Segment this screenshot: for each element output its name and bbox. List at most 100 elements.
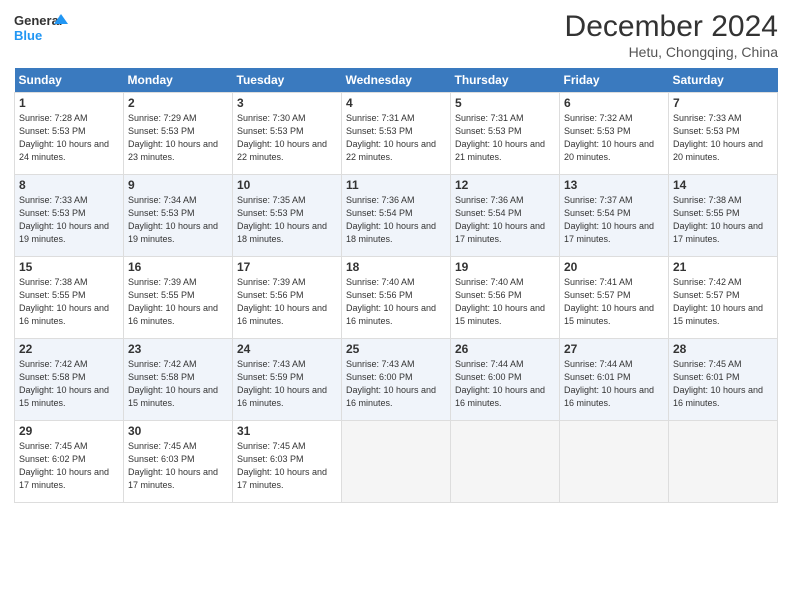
title-block: December 2024 Hetu, Chongqing, China (565, 10, 778, 60)
day-detail: Sunrise: 7:36 AMSunset: 5:54 PMDaylight:… (455, 194, 555, 246)
table-row: 4 Sunrise: 7:31 AMSunset: 5:53 PMDayligh… (342, 93, 451, 175)
table-row: 19 Sunrise: 7:40 AMSunset: 5:56 PMDaylig… (451, 257, 560, 339)
day-detail: Sunrise: 7:40 AMSunset: 5:56 PMDaylight:… (346, 276, 446, 328)
table-row: 31 Sunrise: 7:45 AMSunset: 6:03 PMDaylig… (233, 421, 342, 503)
day-detail: Sunrise: 7:38 AMSunset: 5:55 PMDaylight:… (673, 194, 773, 246)
day-number: 23 (128, 342, 228, 356)
day-detail: Sunrise: 7:32 AMSunset: 5:53 PMDaylight:… (564, 112, 664, 164)
day-number: 1 (19, 96, 119, 110)
empty-cell (451, 421, 560, 503)
empty-cell (669, 421, 778, 503)
day-number: 16 (128, 260, 228, 274)
day-number: 3 (237, 96, 337, 110)
svg-text:Blue: Blue (14, 28, 42, 43)
svg-text:General: General (14, 13, 62, 28)
table-row: 15 Sunrise: 7:38 AMSunset: 5:55 PMDaylig… (15, 257, 124, 339)
day-detail: Sunrise: 7:35 AMSunset: 5:53 PMDaylight:… (237, 194, 337, 246)
empty-cell (560, 421, 669, 503)
table-row: 6 Sunrise: 7:32 AMSunset: 5:53 PMDayligh… (560, 93, 669, 175)
day-number: 10 (237, 178, 337, 192)
table-row: 25 Sunrise: 7:43 AMSunset: 6:00 PMDaylig… (342, 339, 451, 421)
day-detail: Sunrise: 7:43 AMSunset: 5:59 PMDaylight:… (237, 358, 337, 410)
day-detail: Sunrise: 7:31 AMSunset: 5:53 PMDaylight:… (346, 112, 446, 164)
table-row: 7 Sunrise: 7:33 AMSunset: 5:53 PMDayligh… (669, 93, 778, 175)
calendar-week: 22 Sunrise: 7:42 AMSunset: 5:58 PMDaylig… (15, 339, 778, 421)
calendar-table: Sunday Monday Tuesday Wednesday Thursday… (14, 68, 778, 503)
day-number: 2 (128, 96, 228, 110)
table-row: 1 Sunrise: 7:28 AMSunset: 5:53 PMDayligh… (15, 93, 124, 175)
table-row: 26 Sunrise: 7:44 AMSunset: 6:00 PMDaylig… (451, 339, 560, 421)
day-detail: Sunrise: 7:33 AMSunset: 5:53 PMDaylight:… (19, 194, 119, 246)
day-number: 29 (19, 424, 119, 438)
col-tuesday: Tuesday (233, 68, 342, 93)
col-friday: Friday (560, 68, 669, 93)
page-header: General Blue December 2024 Hetu, Chongqi… (14, 10, 778, 60)
day-detail: Sunrise: 7:41 AMSunset: 5:57 PMDaylight:… (564, 276, 664, 328)
logo-svg: General Blue (14, 10, 69, 48)
calendar-week: 1 Sunrise: 7:28 AMSunset: 5:53 PMDayligh… (15, 93, 778, 175)
day-number: 21 (673, 260, 773, 274)
location-label: Hetu, Chongqing, China (565, 44, 778, 60)
day-detail: Sunrise: 7:45 AMSunset: 6:02 PMDaylight:… (19, 440, 119, 492)
calendar-week: 29 Sunrise: 7:45 AMSunset: 6:02 PMDaylig… (15, 421, 778, 503)
col-monday: Monday (124, 68, 233, 93)
day-number: 25 (346, 342, 446, 356)
day-number: 14 (673, 178, 773, 192)
day-detail: Sunrise: 7:30 AMSunset: 5:53 PMDaylight:… (237, 112, 337, 164)
table-row: 24 Sunrise: 7:43 AMSunset: 5:59 PMDaylig… (233, 339, 342, 421)
day-detail: Sunrise: 7:36 AMSunset: 5:54 PMDaylight:… (346, 194, 446, 246)
day-detail: Sunrise: 7:44 AMSunset: 6:01 PMDaylight:… (564, 358, 664, 410)
table-row: 18 Sunrise: 7:40 AMSunset: 5:56 PMDaylig… (342, 257, 451, 339)
day-number: 9 (128, 178, 228, 192)
day-number: 22 (19, 342, 119, 356)
day-detail: Sunrise: 7:34 AMSunset: 5:53 PMDaylight:… (128, 194, 228, 246)
day-number: 24 (237, 342, 337, 356)
table-row: 9 Sunrise: 7:34 AMSunset: 5:53 PMDayligh… (124, 175, 233, 257)
header-row: Sunday Monday Tuesday Wednesday Thursday… (15, 68, 778, 93)
day-detail: Sunrise: 7:42 AMSunset: 5:58 PMDaylight:… (128, 358, 228, 410)
day-detail: Sunrise: 7:42 AMSunset: 5:57 PMDaylight:… (673, 276, 773, 328)
day-detail: Sunrise: 7:45 AMSunset: 6:03 PMDaylight:… (237, 440, 337, 492)
table-row: 30 Sunrise: 7:45 AMSunset: 6:03 PMDaylig… (124, 421, 233, 503)
table-row: 3 Sunrise: 7:30 AMSunset: 5:53 PMDayligh… (233, 93, 342, 175)
empty-cell (342, 421, 451, 503)
day-number: 11 (346, 178, 446, 192)
table-row: 29 Sunrise: 7:45 AMSunset: 6:02 PMDaylig… (15, 421, 124, 503)
table-row: 16 Sunrise: 7:39 AMSunset: 5:55 PMDaylig… (124, 257, 233, 339)
day-number: 26 (455, 342, 555, 356)
day-detail: Sunrise: 7:37 AMSunset: 5:54 PMDaylight:… (564, 194, 664, 246)
day-number: 5 (455, 96, 555, 110)
table-row: 27 Sunrise: 7:44 AMSunset: 6:01 PMDaylig… (560, 339, 669, 421)
day-detail: Sunrise: 7:43 AMSunset: 6:00 PMDaylight:… (346, 358, 446, 410)
day-number: 20 (564, 260, 664, 274)
day-number: 27 (564, 342, 664, 356)
day-number: 17 (237, 260, 337, 274)
col-wednesday: Wednesday (342, 68, 451, 93)
day-number: 7 (673, 96, 773, 110)
day-detail: Sunrise: 7:45 AMSunset: 6:03 PMDaylight:… (128, 440, 228, 492)
month-title: December 2024 (565, 10, 778, 44)
day-detail: Sunrise: 7:28 AMSunset: 5:53 PMDaylight:… (19, 112, 119, 164)
day-detail: Sunrise: 7:31 AMSunset: 5:53 PMDaylight:… (455, 112, 555, 164)
table-row: 28 Sunrise: 7:45 AMSunset: 6:01 PMDaylig… (669, 339, 778, 421)
day-number: 12 (455, 178, 555, 192)
table-row: 2 Sunrise: 7:29 AMSunset: 5:53 PMDayligh… (124, 93, 233, 175)
day-detail: Sunrise: 7:45 AMSunset: 6:01 PMDaylight:… (673, 358, 773, 410)
table-row: 11 Sunrise: 7:36 AMSunset: 5:54 PMDaylig… (342, 175, 451, 257)
col-saturday: Saturday (669, 68, 778, 93)
table-row: 22 Sunrise: 7:42 AMSunset: 5:58 PMDaylig… (15, 339, 124, 421)
day-number: 13 (564, 178, 664, 192)
logo: General Blue (14, 10, 69, 48)
col-sunday: Sunday (15, 68, 124, 93)
table-row: 5 Sunrise: 7:31 AMSunset: 5:53 PMDayligh… (451, 93, 560, 175)
table-row: 13 Sunrise: 7:37 AMSunset: 5:54 PMDaylig… (560, 175, 669, 257)
page-container: General Blue December 2024 Hetu, Chongqi… (0, 0, 792, 511)
day-detail: Sunrise: 7:40 AMSunset: 5:56 PMDaylight:… (455, 276, 555, 328)
day-detail: Sunrise: 7:44 AMSunset: 6:00 PMDaylight:… (455, 358, 555, 410)
calendar-week: 8 Sunrise: 7:33 AMSunset: 5:53 PMDayligh… (15, 175, 778, 257)
day-number: 28 (673, 342, 773, 356)
day-detail: Sunrise: 7:39 AMSunset: 5:56 PMDaylight:… (237, 276, 337, 328)
day-detail: Sunrise: 7:29 AMSunset: 5:53 PMDaylight:… (128, 112, 228, 164)
day-number: 8 (19, 178, 119, 192)
table-row: 10 Sunrise: 7:35 AMSunset: 5:53 PMDaylig… (233, 175, 342, 257)
